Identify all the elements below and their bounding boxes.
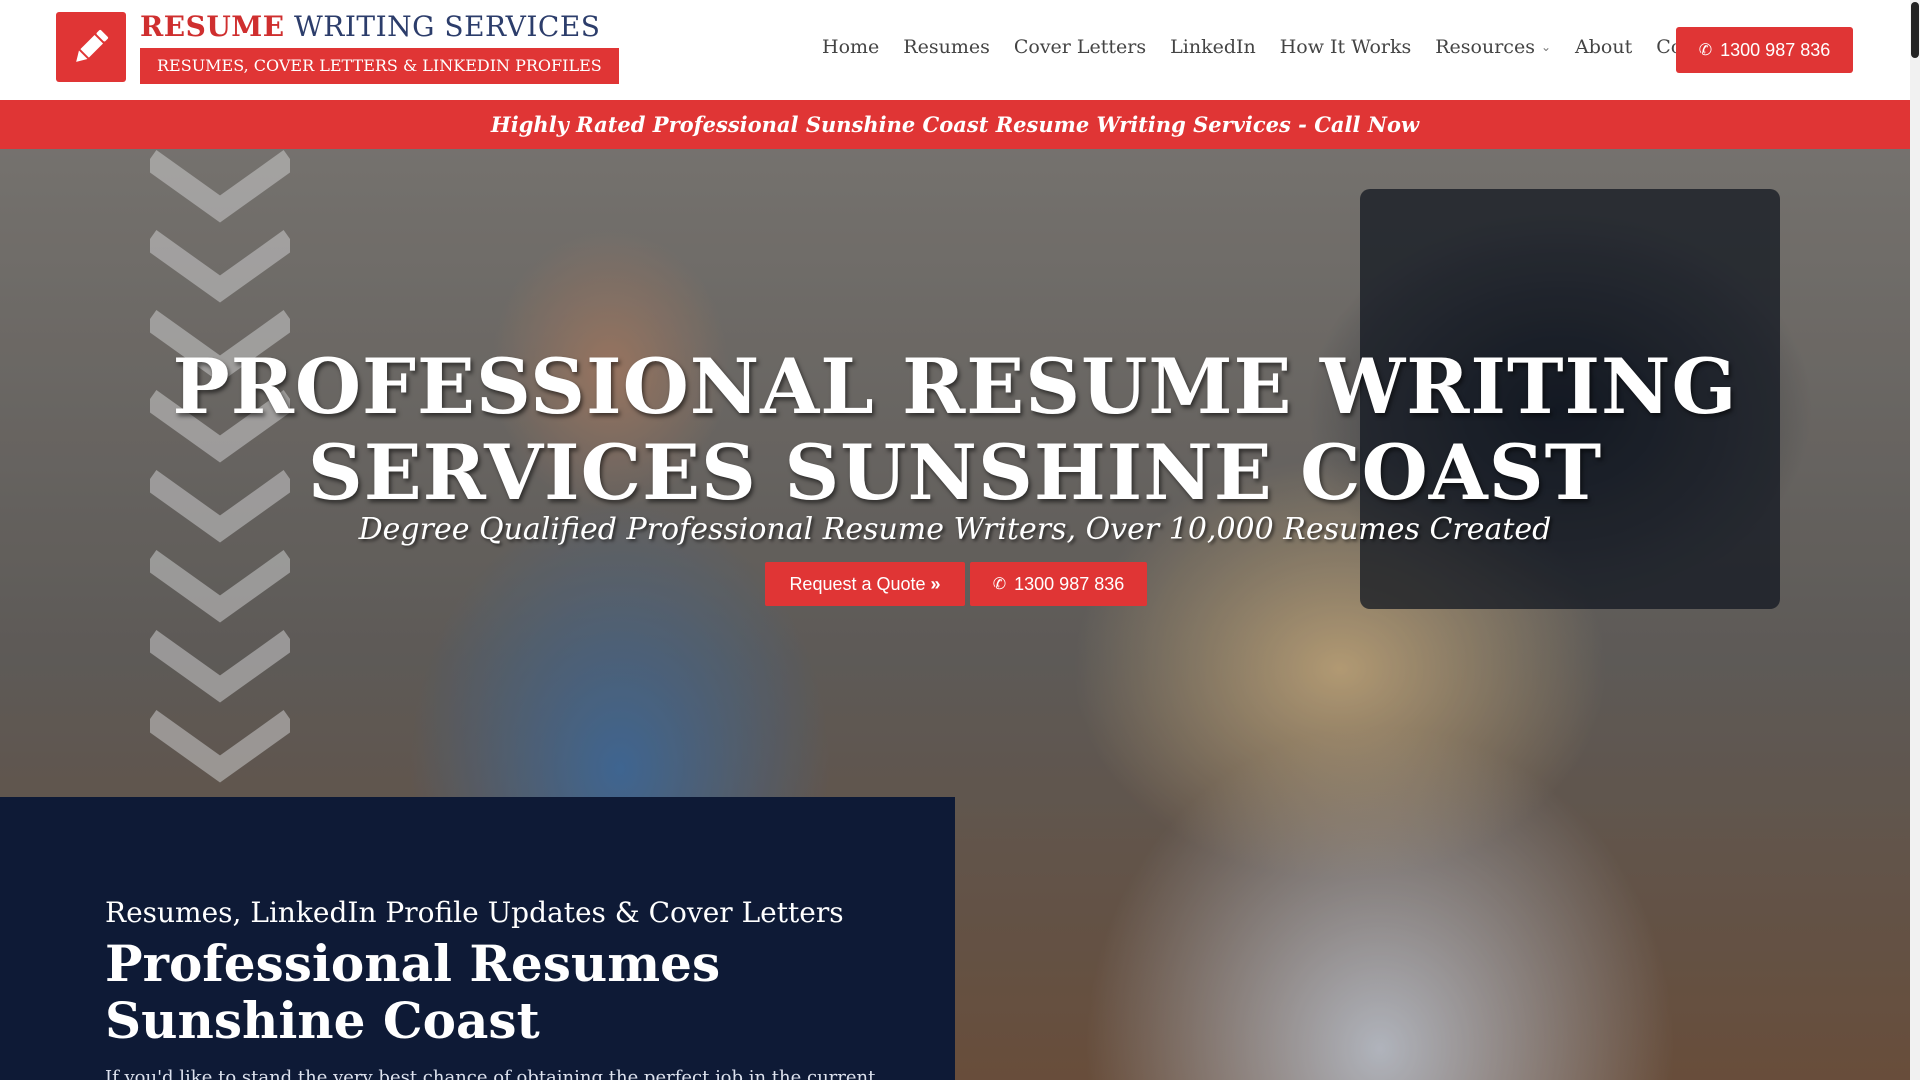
hero-phone-button[interactable]: ✆ 1300 987 836 bbox=[970, 562, 1147, 606]
intro-title: Professional Resumes Sunshine Coast bbox=[105, 934, 721, 1050]
brand-title: RESUME WRITING SERVICES bbox=[140, 10, 601, 43]
request-quote-label: Request a Quote bbox=[789, 573, 926, 594]
hero-title: PROFESSIONAL RESUME WRITING SERVICES SUN… bbox=[0, 344, 1910, 516]
nav-resumes[interactable]: Resumes bbox=[903, 36, 990, 58]
hero-title-line2: SERVICES SUNSHINE COAST bbox=[307, 428, 1603, 517]
announcement-text: Highly Rated Professional Sunshine Coast… bbox=[490, 112, 1420, 137]
site-header: RESUME WRITING SERVICES RESUMES, COVER L… bbox=[0, 0, 1910, 100]
announcement-bar[interactable]: Highly Rated Professional Sunshine Coast… bbox=[0, 100, 1910, 149]
page-scrollbar[interactable] bbox=[1910, 0, 1920, 1080]
hero-title-line1: PROFESSIONAL RESUME WRITING bbox=[172, 342, 1738, 431]
pencil-icon bbox=[56, 12, 126, 82]
main-nav: Home Resumes Cover Letters LinkedIn How … bbox=[822, 36, 1756, 58]
nav-how-it-works[interactable]: How It Works bbox=[1280, 36, 1412, 58]
intro-body: If you'd like to stand the very best cha… bbox=[105, 1067, 876, 1080]
nav-linkedin[interactable]: LinkedIn bbox=[1170, 36, 1256, 58]
hero-buttons: Request a Quote » ✆ 1300 987 836 bbox=[765, 562, 1147, 606]
phone-icon: ✆ bbox=[992, 576, 1007, 593]
brand-tagline: RESUMES, COVER LETTERS & LINKEDIN PROFIL… bbox=[140, 48, 619, 84]
request-quote-button[interactable]: Request a Quote » bbox=[765, 562, 965, 606]
phone-icon: ✆ bbox=[1698, 42, 1713, 59]
site-logo[interactable]: RESUME WRITING SERVICES RESUMES, COVER L… bbox=[56, 10, 619, 84]
nav-about[interactable]: About bbox=[1575, 36, 1632, 58]
nav-resources-label: Resources bbox=[1435, 36, 1535, 58]
nav-resources[interactable]: Resources ⌄ bbox=[1435, 36, 1551, 58]
header-phone-button[interactable]: ✆ 1300 987 836 bbox=[1676, 27, 1853, 73]
hero-phone-label: 1300 987 836 bbox=[1014, 573, 1125, 594]
nav-home[interactable]: Home bbox=[822, 36, 879, 58]
intro-panel: Resumes, LinkedIn Profile Updates & Cove… bbox=[0, 797, 955, 1080]
scrollbar-thumb[interactable] bbox=[1911, 2, 1919, 58]
header-phone-label: 1300 987 836 bbox=[1720, 39, 1831, 60]
intro-kicker: Resumes, LinkedIn Profile Updates & Cove… bbox=[105, 896, 844, 929]
hero-subtitle: Degree Qualified Professional Resume Wri… bbox=[358, 512, 1552, 547]
nav-cover-letters[interactable]: Cover Letters bbox=[1014, 36, 1146, 58]
double-chevron-right-icon: » bbox=[930, 573, 941, 594]
chevron-down-icon: ⌄ bbox=[1540, 40, 1552, 54]
